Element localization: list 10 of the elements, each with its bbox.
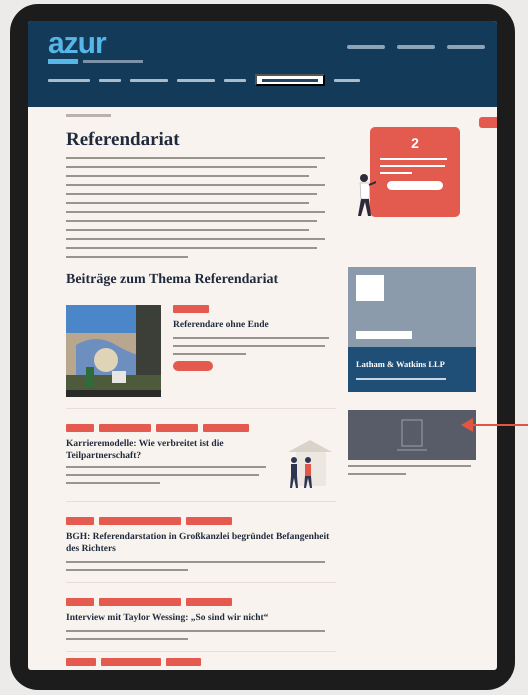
page-title: Referendariat bbox=[66, 129, 181, 151]
article-title[interactable]: Karrieremodelle: Wie verbreitet ist die Teilpartnerschaft? bbox=[66, 438, 274, 462]
sponsor-card[interactable]: Latham & Watkins LLP bbox=[348, 267, 476, 392]
sponsor-name: Latham & Watkins LLP bbox=[356, 359, 446, 369]
section-title: Beiträge zum Thema Referendariat bbox=[66, 272, 280, 288]
article-title[interactable]: BGH: Referendarstation in Großkanzlei begründet Befangenheit des Richters bbox=[66, 531, 336, 555]
article-title[interactable]: Referendare ohne Ende bbox=[173, 319, 336, 331]
promo-count: 2 bbox=[411, 135, 419, 151]
article-title[interactable]: Interview mit Taylor Wessing: „So sind wir nicht“ bbox=[66, 612, 336, 624]
site-logo[interactable]: azur bbox=[48, 31, 143, 57]
